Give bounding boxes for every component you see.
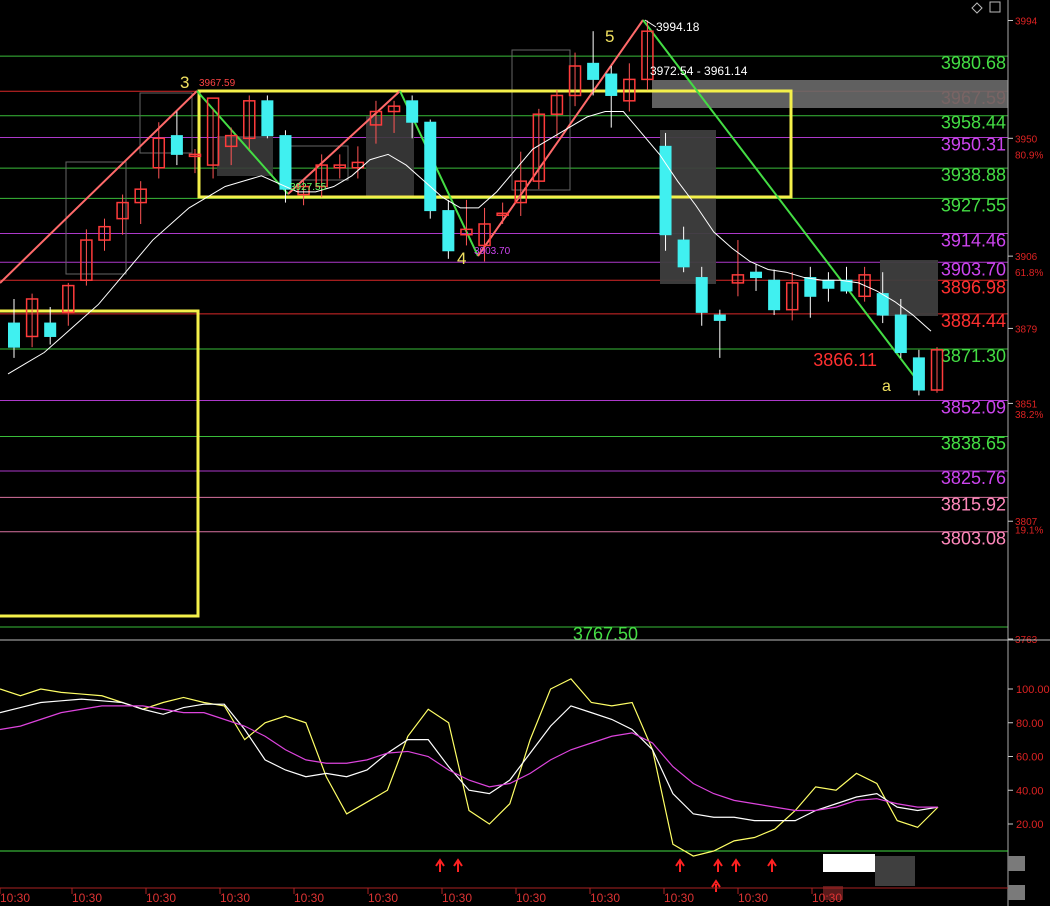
price-level-label: 3980.68: [941, 53, 1006, 73]
time-tick-label: 10:30: [220, 891, 250, 905]
price-level-label: 3871.30: [941, 346, 1006, 366]
time-tick-label: 10:30: [516, 891, 546, 905]
candle-body: [804, 277, 817, 297]
wave-price-label: 3967.59: [199, 78, 236, 89]
candle-body: [750, 271, 763, 279]
axis-tick-label: 3994: [1015, 16, 1038, 27]
candle-body: [8, 322, 20, 348]
price-level-label: 3938.88: [941, 165, 1006, 185]
time-tick-label: 10:30: [738, 891, 768, 905]
time-tick-label: 10:30: [294, 891, 324, 905]
fib-ratio-label: 19.1%: [1015, 525, 1043, 536]
candle-body: [605, 73, 618, 96]
candle-body: [894, 314, 907, 354]
watermark-block: [1008, 856, 1025, 871]
wave-label: 3: [180, 73, 189, 92]
range-price-label: 3972.54 - 3961.14: [650, 64, 748, 78]
candle-body: [768, 279, 781, 311]
osc-axis-label: 20.00: [1016, 819, 1044, 831]
price-level-label: 3914.46: [941, 230, 1006, 250]
low-price-label: 3927.55: [290, 182, 327, 193]
candle-body: [587, 62, 600, 80]
candle-body: [912, 357, 925, 391]
price-level-label: 3896.98: [941, 277, 1006, 297]
candle-body: [442, 210, 455, 252]
fib-ratio-label: 38.2%: [1015, 410, 1043, 421]
fib-ratio-label: 61.8%: [1015, 268, 1043, 279]
time-tick-label: 10:30: [72, 891, 102, 905]
time-tick-label: 10:30: [590, 891, 620, 905]
watermark-block: [823, 854, 875, 872]
chart-background: [0, 0, 1050, 906]
axis-tick-label: 3950: [1015, 134, 1038, 145]
price-level-label: 3838.65: [941, 433, 1006, 453]
wave-label: a: [882, 378, 891, 395]
watermark-block: [875, 856, 915, 886]
price-level-label: 3767.50: [573, 624, 638, 644]
price-level-label: 3927.55: [941, 195, 1006, 215]
candle-body: [424, 121, 437, 212]
time-tick-label: 10:30: [0, 891, 30, 905]
candle-body: [406, 100, 419, 123]
price-level-label: 3866.11: [813, 350, 877, 370]
time-tick-label: 10:30: [812, 891, 842, 905]
shaded-zone: [652, 80, 1008, 108]
axis-tick-label: 3906: [1015, 252, 1038, 263]
candle-body: [822, 279, 835, 289]
wave-label: 5: [605, 27, 614, 46]
axis-tick-label: 3879: [1015, 324, 1038, 335]
time-tick-label: 10:30: [146, 891, 176, 905]
candle-body: [695, 277, 708, 313]
candle-body: [713, 314, 726, 321]
chart-canvas: 3980.68 3967.59 3958.443950.31 3938.88 3927.…: [0, 0, 1050, 906]
osc-axis-label: 80.00: [1016, 718, 1044, 730]
time-tick-label: 10:30: [664, 891, 694, 905]
candle-body: [677, 239, 690, 268]
watermark-block: [1008, 885, 1025, 900]
osc-axis-label: 40.00: [1016, 785, 1044, 797]
candle-body: [659, 145, 672, 236]
candle-body: [44, 322, 57, 337]
osc-axis-label: 60.00: [1016, 752, 1044, 764]
axis-tick-label: 3851: [1015, 399, 1038, 410]
price-level-label: 3815.92: [941, 494, 1006, 514]
osc-axis-label: 100.00: [1016, 684, 1050, 696]
price-level-label: 3825.76: [941, 468, 1006, 488]
wave-price-label: 3903.70: [474, 246, 511, 257]
axis-tick-label: 3763: [1015, 635, 1038, 646]
wave-label: 4: [457, 249, 466, 268]
candle-body: [261, 100, 274, 137]
price-level-label: 3950.31: [941, 134, 1006, 154]
time-tick-label: 10:30: [368, 891, 398, 905]
time-tick-label: 10:30: [442, 891, 472, 905]
wave-price-label: 3994.18: [656, 20, 700, 34]
fib-ratio-label: 80.9%: [1015, 150, 1043, 161]
price-level-label: 3884.44: [941, 311, 1006, 331]
price-level-label: 3803.08: [941, 529, 1006, 549]
candle-body: [170, 135, 183, 155]
price-level-label: 3852.09: [941, 397, 1006, 417]
price-level-label: 3958.44: [941, 113, 1006, 133]
